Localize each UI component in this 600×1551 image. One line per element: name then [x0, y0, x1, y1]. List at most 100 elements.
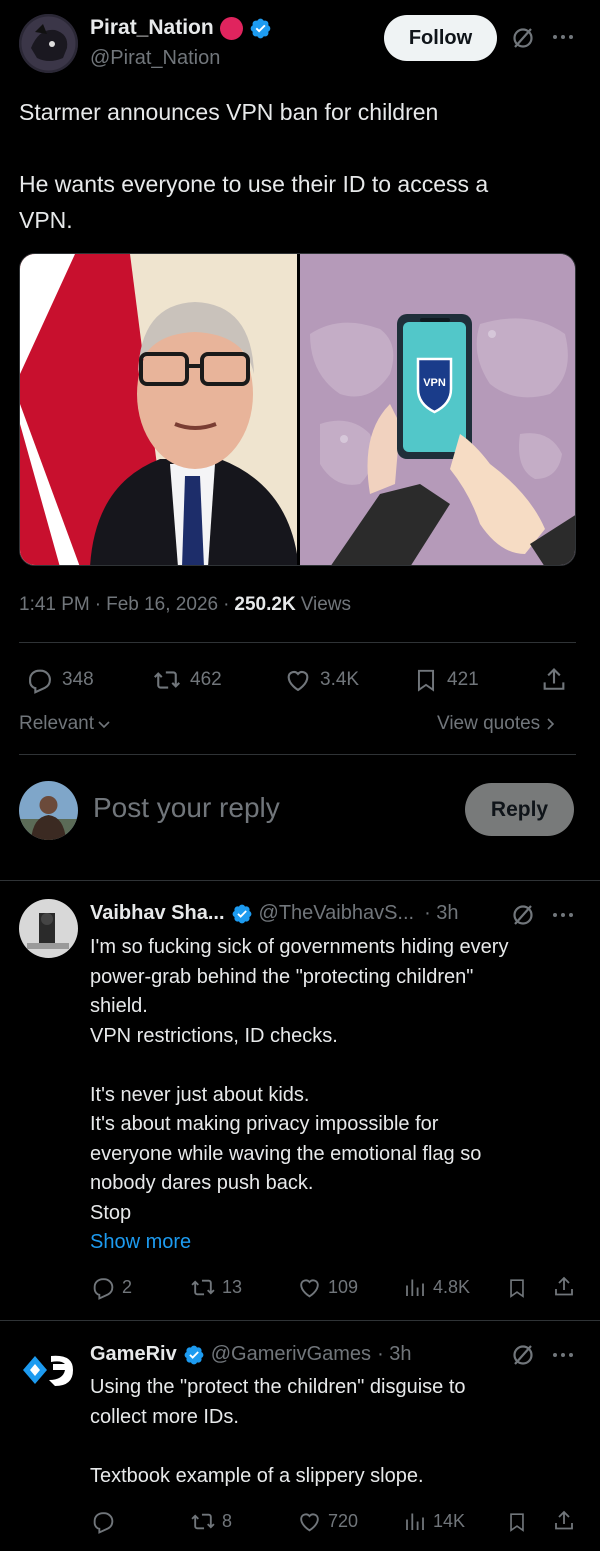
like-action[interactable]: 109: [297, 1275, 358, 1300]
views-action[interactable]: 4.8K: [403, 1275, 470, 1300]
divider: [19, 754, 576, 755]
views-count: 14K: [433, 1511, 466, 1531]
like-icon: [297, 1275, 322, 1300]
reply-text-line: nobody dares push back.: [90, 1172, 314, 1194]
author-display-name[interactable]: Pirat_Nation: [90, 16, 214, 40]
reply-text-line: VPN restrictions, ID checks.: [90, 1024, 338, 1047]
post-text-line: VPN.: [19, 207, 73, 233]
author-handle[interactable]: @Pirat_Nation: [90, 47, 220, 70]
reply-handle[interactable]: @GamerivGames: [211, 1343, 371, 1366]
reply-text-line: power-grab behind the "protecting childr…: [90, 965, 474, 988]
reply-icon: [91, 1509, 116, 1534]
more-icon[interactable]: [552, 908, 574, 922]
reply-text-line: It's about making privacy impossible for: [90, 1113, 439, 1135]
red-badge-icon: [219, 16, 243, 40]
separator-dot: ·: [223, 594, 230, 615]
sort-dropdown[interactable]: Relevant: [19, 713, 112, 735]
chevron-down-icon: [96, 716, 112, 732]
like-count: 3.4K: [320, 669, 360, 690]
like-icon: [297, 1509, 322, 1534]
reply-text-line: Using the "protect the children" disguis…: [90, 1376, 466, 1398]
reply-text-line: I'm so fucking sick of governments hidin…: [90, 936, 509, 958]
grok-icon[interactable]: [511, 26, 535, 50]
reply-text-line: Textbook example of a slippery slope.: [90, 1464, 424, 1487]
reply-display-name[interactable]: Vaibhav Sha...: [90, 902, 225, 925]
views-count: 250.2K: [234, 594, 296, 615]
reply-input[interactable]: Post your reply: [93, 792, 280, 824]
reply-text-line: everyone while waving the emotional flag…: [90, 1142, 482, 1165]
reply-age[interactable]: · 3h: [424, 902, 458, 925]
repost-count: 13: [222, 1277, 243, 1297]
more-icon[interactable]: [552, 1348, 574, 1362]
bookmark-action[interactable]: 421: [413, 666, 479, 694]
views-count: 4.8K: [433, 1277, 471, 1297]
reply-action[interactable]: 348: [26, 666, 94, 694]
repost-icon: [190, 1509, 216, 1534]
author-avatar[interactable]: [19, 14, 78, 73]
reply-button[interactable]: Reply: [465, 783, 574, 836]
repost-action[interactable]: 8: [190, 1509, 232, 1534]
like-action[interactable]: 3.4K: [284, 666, 359, 694]
views-action[interactable]: 14K: [403, 1509, 465, 1534]
reply-count: 2: [122, 1277, 133, 1297]
follow-button[interactable]: Follow: [384, 15, 497, 61]
vpn-shield-label: VPN: [423, 377, 446, 389]
reply-avatar[interactable]: [19, 1340, 78, 1399]
divider: [0, 880, 600, 881]
repost-action[interactable]: 462: [152, 666, 222, 694]
grok-icon[interactable]: [511, 1343, 535, 1367]
bookmark-icon[interactable]: [506, 1276, 528, 1300]
view-quotes-link[interactable]: View quotes: [437, 713, 558, 735]
verified-badge-icon: [249, 17, 272, 40]
reply-icon: [91, 1275, 116, 1300]
reply-action[interactable]: 2: [91, 1275, 132, 1300]
media-photo-right[interactable]: VPN: [300, 254, 575, 565]
bookmark-icon: [413, 666, 439, 694]
reply-icon: [26, 666, 54, 694]
views-label: Views: [300, 594, 352, 615]
repost-icon: [190, 1275, 216, 1300]
views-icon: [403, 1275, 427, 1300]
post-text-line: He wants everyone to use their ID to acc…: [19, 171, 489, 197]
reply-action[interactable]: [91, 1509, 122, 1534]
divider: [0, 1320, 600, 1321]
repost-icon: [152, 666, 182, 694]
separator-dot: ·: [94, 594, 102, 615]
like-count: 109: [328, 1277, 359, 1297]
bookmark-count: 421: [447, 669, 479, 690]
share-icon[interactable]: [552, 1275, 576, 1299]
repost-count: 8: [222, 1511, 233, 1531]
reply-text-line: Stop: [90, 1201, 132, 1224]
reply-text-line: shield.: [90, 995, 148, 1017]
reply-display-name[interactable]: GameRiv: [90, 1343, 177, 1366]
like-icon: [284, 666, 312, 694]
reply-text-line: It's never just about kids.: [90, 1083, 310, 1106]
like-count: 720: [328, 1511, 359, 1531]
view-quotes-label: View quotes: [437, 713, 541, 734]
post-text-line: Starmer announces VPN ban for children: [19, 99, 439, 125]
repost-count: 462: [190, 669, 222, 690]
reply-handle[interactable]: @TheVaibhavS...: [259, 902, 415, 925]
repost-action[interactable]: 13: [190, 1275, 242, 1300]
post-date[interactable]: Feb 16, 2026: [106, 594, 218, 616]
chevron-right-icon: [544, 716, 558, 732]
verified-badge-icon: [231, 903, 253, 925]
reply-text-line: collect more IDs.: [90, 1405, 239, 1428]
show-more-link[interactable]: Show more: [90, 1228, 580, 1258]
media-photo-left[interactable]: [20, 254, 297, 565]
like-action[interactable]: 720: [297, 1509, 358, 1534]
more-icon[interactable]: [552, 30, 574, 44]
bookmark-icon[interactable]: [506, 1510, 528, 1534]
reply-count: 348: [62, 669, 94, 690]
post-media[interactable]: VPN: [19, 253, 576, 566]
user-avatar[interactable]: [19, 781, 78, 840]
share-icon[interactable]: [552, 1509, 576, 1533]
verified-badge-icon: [183, 1344, 205, 1366]
share-icon[interactable]: [540, 666, 568, 694]
post-time[interactable]: 1:41 PM: [19, 594, 90, 616]
reply-age[interactable]: · 3h: [377, 1343, 411, 1366]
reply-avatar[interactable]: [19, 899, 78, 958]
views-icon: [403, 1509, 427, 1534]
divider: [19, 642, 576, 643]
grok-icon[interactable]: [511, 903, 535, 927]
